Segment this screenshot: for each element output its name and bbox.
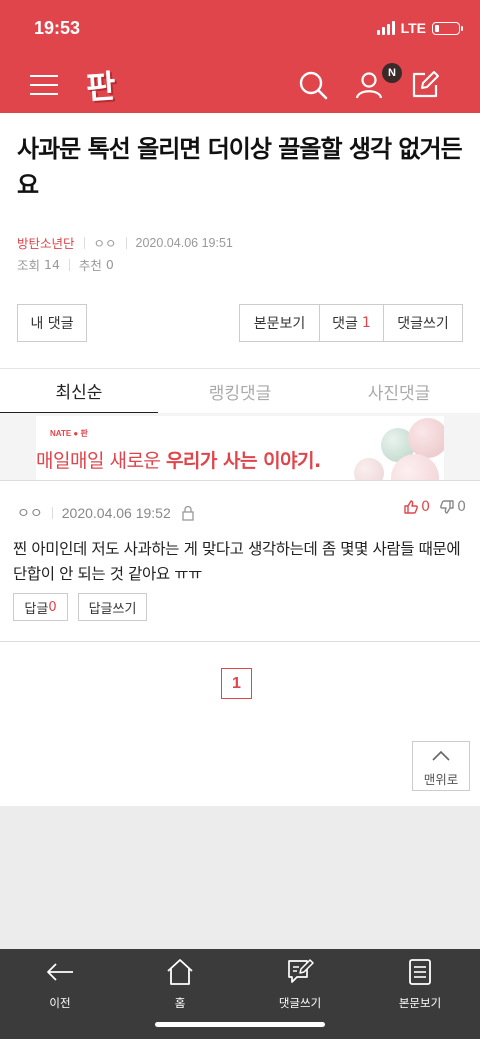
network-label: LTE <box>400 20 426 36</box>
status-time: 19:53 <box>34 18 81 38</box>
document-icon <box>409 959 431 985</box>
nav-home[interactable]: 홈 <box>120 957 240 1010</box>
tab-latest[interactable]: 최신순 <box>0 369 158 415</box>
pann-logo[interactable]: 판 <box>84 61 117 109</box>
comment-body: 찐 아미인데 저도 사과하는 게 맞다고 생각하는데 좀 몇몇 사람들 때문에 … <box>13 540 461 583</box>
comments-button[interactable]: 댓글 1 <box>319 304 384 342</box>
comment-datetime: 2020.04.06 19:52 <box>61 505 171 521</box>
ad-brand-name: NATE <box>50 429 72 438</box>
home-indicator[interactable] <box>155 1022 325 1027</box>
divider <box>83 236 85 249</box>
views-count: 14 <box>44 257 60 272</box>
search-icon[interactable] <box>298 70 328 100</box>
nav-write-comment[interactable]: 댓글쓰기 <box>240 957 360 1010</box>
write-reply-button[interactable]: 답글쓰기 <box>78 593 147 621</box>
divider <box>51 507 53 519</box>
write-comment-label: 댓글쓰기 <box>397 316 449 332</box>
comment-item: ㅇㅇ 2020.04.06 19:52 0 0 찐 아미인데 저도 사과하는 게… <box>0 480 480 642</box>
content-panel: 사과문 톡선 올리면 더이상 끌올할 생각 없거든요 방탄소년단 ㅇㅇ 2020… <box>0 113 480 806</box>
menu-icon[interactable] <box>30 74 58 96</box>
user-icon[interactable] <box>354 70 384 100</box>
thumbs-down-icon <box>440 500 454 514</box>
ad-brand: NATE ● 판 <box>50 429 88 438</box>
comment-meta: ㅇㅇ 2020.04.06 19:52 <box>17 503 195 523</box>
nav-home-label: 홈 <box>174 996 186 1010</box>
post-datetime: 2020.04.06 19:51 <box>135 235 233 250</box>
ad-text: 매일매일 새로운 우리가 사는 이야기. <box>36 446 321 473</box>
app-header: 판 N <box>0 56 480 113</box>
battery-icon <box>432 21 463 35</box>
comment-sort-tabs: 최신순 랭킹댓글 사진댓글 <box>0 368 480 415</box>
my-comments-label: 내 댓글 <box>30 316 74 332</box>
status-bar: 19:53 LTE <box>0 0 480 56</box>
post-category[interactable]: 방탄소년단 <box>17 233 75 252</box>
home-icon <box>167 959 193 985</box>
post-meta: 방탄소년단 ㅇㅇ 2020.04.06 19:51 <box>17 233 233 252</box>
views-label: 조회 <box>17 258 41 273</box>
page-1-button[interactable]: 1 <box>221 668 252 699</box>
ad-text-bold: 우리가 사는 이야기. <box>165 450 321 472</box>
nav-back[interactable]: 이전 <box>0 957 120 1010</box>
notification-badge[interactable]: N <box>382 63 402 83</box>
tab-ranking[interactable]: 랭킹댓글 <box>161 369 319 414</box>
comments-count: 1 <box>361 315 371 331</box>
comment-write-icon <box>288 959 314 983</box>
signal-icon <box>376 21 395 35</box>
thumbs-up-icon <box>404 500 418 514</box>
my-comments-button[interactable]: 내 댓글 <box>17 304 87 342</box>
post-stats: 조회 14 추천 0 <box>17 255 114 274</box>
nav-view-post-label: 본문보기 <box>398 996 442 1010</box>
like-count: 0 <box>421 499 430 515</box>
write-reply-label: 답글쓰기 <box>88 601 137 617</box>
back-arrow-icon <box>47 963 73 981</box>
ad-text-plain: 매일매일 새로운 <box>36 450 166 472</box>
post-author: ㅇㅇ <box>93 237 117 251</box>
recommend-count: 0 <box>105 257 114 272</box>
recommend-label: 추천 <box>78 258 102 273</box>
nav-view-post[interactable]: 본문보기 <box>360 957 480 1010</box>
view-post-label: 본문보기 <box>253 316 306 332</box>
reply-button[interactable]: 답글 0 <box>13 593 68 621</box>
nav-write-comment-label: 댓글쓰기 <box>278 996 322 1010</box>
comment-author: ㅇㅇ <box>17 505 43 521</box>
nav-back-label: 이전 <box>49 996 71 1010</box>
divider <box>125 236 127 249</box>
scroll-top-label: 맨위로 <box>423 772 459 787</box>
ad-banner[interactable]: NATE ● 판 매일매일 새로운 우리가 사는 이야기. <box>36 416 444 480</box>
write-icon[interactable] <box>410 70 440 100</box>
chevron-up-icon <box>432 750 450 761</box>
divider <box>68 258 70 271</box>
view-post-button[interactable]: 본문보기 <box>239 304 320 342</box>
status-indicators: LTE <box>376 20 463 36</box>
write-comment-button[interactable]: 댓글쓰기 <box>383 304 463 342</box>
tab-photo[interactable]: 사진댓글 <box>320 369 478 414</box>
decorative-balloon <box>408 418 444 458</box>
ad-brand-sub: 판 <box>80 429 88 438</box>
reply-label: 답글 <box>24 601 49 617</box>
like-button[interactable]: 0 <box>403 499 430 515</box>
scroll-top-button[interactable]: 맨위로 <box>412 741 470 791</box>
comments-label: 댓글 <box>332 316 358 332</box>
lock-icon[interactable] <box>181 505 195 521</box>
reply-count: 0 <box>48 599 57 615</box>
post-title: 사과문 톡선 올리면 더이상 끌올할 생각 없거든요 <box>17 135 463 199</box>
dislike-count: 0 <box>457 499 466 515</box>
decorative-balloon <box>354 458 384 480</box>
dislike-button[interactable]: 0 <box>439 499 466 515</box>
